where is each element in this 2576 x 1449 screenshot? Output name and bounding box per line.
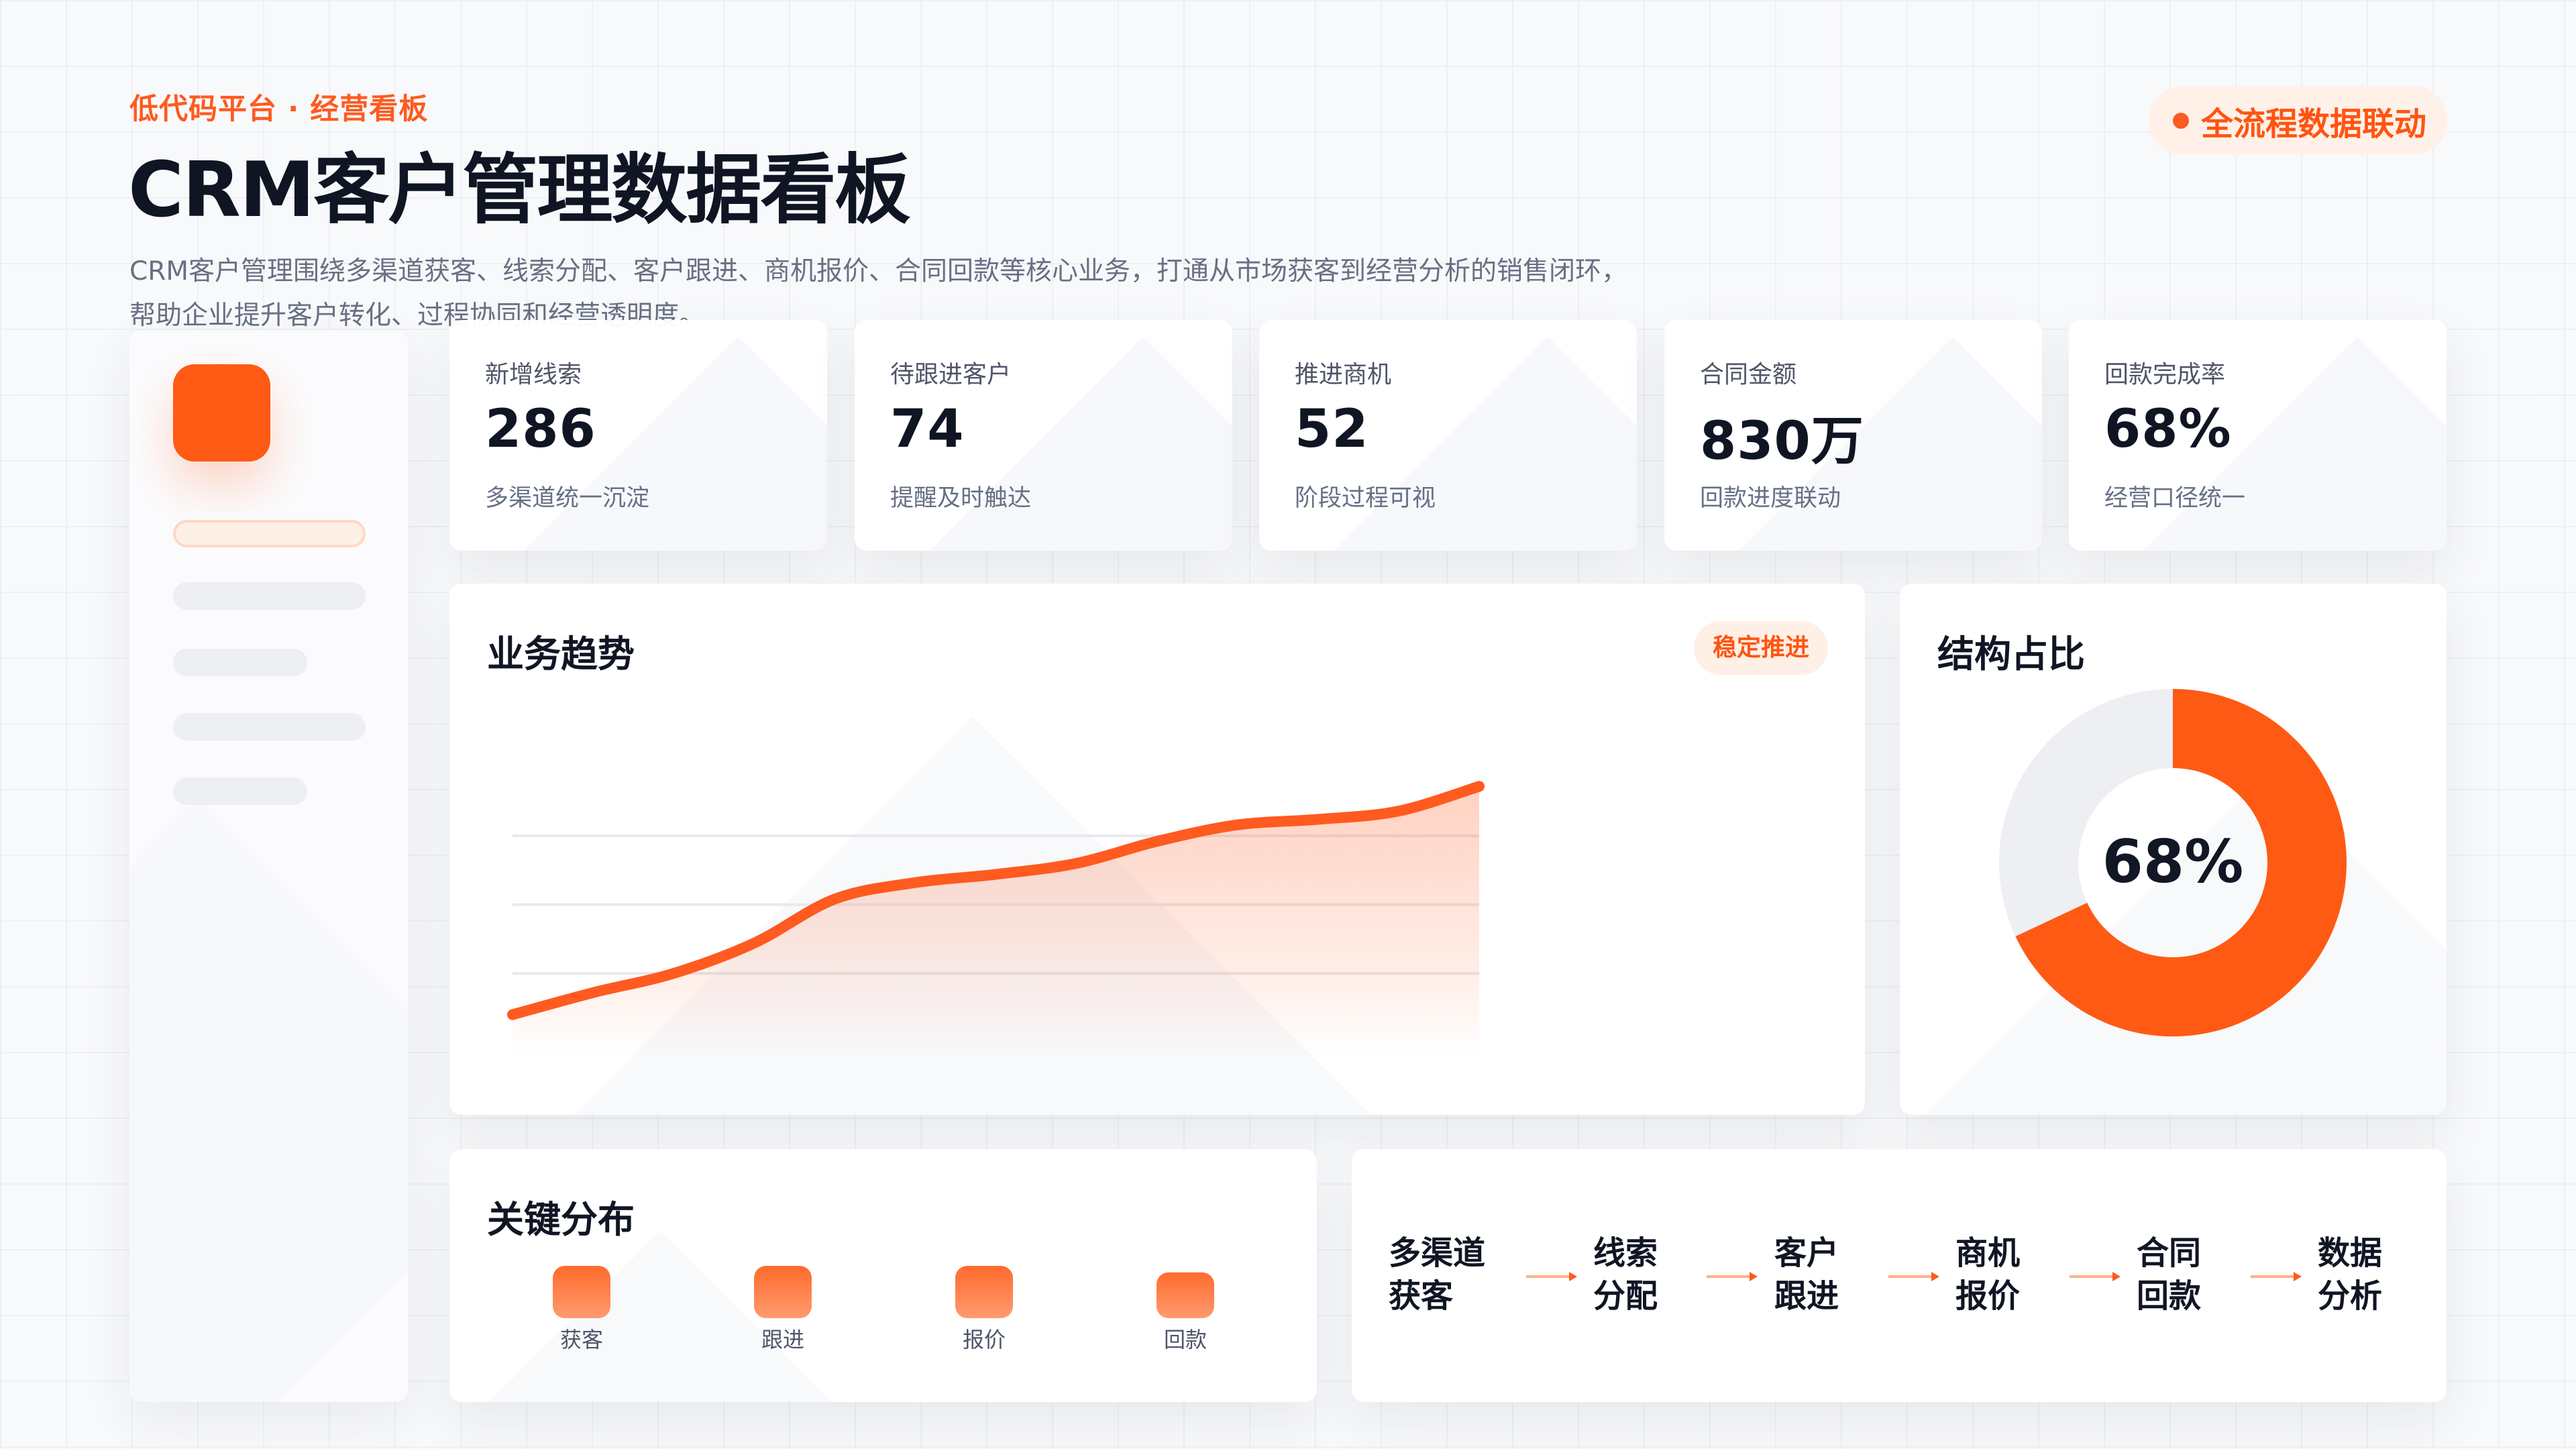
process-step-line: 分配 [1593,1277,1658,1315]
process-step-line: 报价 [1955,1277,2021,1315]
flow-status-badge: 全流程数据联动 [2149,86,2447,155]
kpi-value: 286 [485,399,596,460]
distribution-bar-2 [754,1266,812,1318]
kpi-label: 新增线索 [485,361,582,388]
status-dot-icon [2173,112,2189,129]
distribution-bar-4 [1157,1272,1214,1318]
kpi-subtext: 回款进度联动 [1700,485,1841,512]
kpi-subtext: 经营口径统一 [2104,485,2246,512]
sales-process-card: 多渠道 获客 线索 分配 客户 跟进 商机 报价 合同 回款 数据 分析 [1352,1149,2447,1402]
distribution-label-quotation: 报价 [962,1327,1006,1352]
kpi-subtext: 多渠道统一沉淀 [485,485,650,512]
sidebar-item-placeholder-2[interactable] [173,649,307,676]
business-trend-chart [507,781,1485,1057]
kpi-value: 74 [890,399,965,460]
kpi-card-pending-customers: 待跟进客户 74 提醒及时触达 [855,320,1232,551]
kpi-value: 52 [1295,399,1369,460]
kpi-value: 830万 [1700,411,1864,472]
structure-ratio-card: 结构占比 68% [1900,584,2447,1115]
process-step-line: 合同 [2137,1234,2202,1272]
arrow-right-icon [1707,1272,1758,1281]
kpi-label: 待跟进客户 [890,361,1012,388]
kpi-subtext: 阶段过程可视 [1295,485,1436,512]
process-step-opportunity-quotation: 商机 报价 [1955,1232,2020,1318]
kpi-card-opportunities: 推进商机 52 阶段过程可视 [1259,320,1637,551]
arrow-right-icon [1888,1272,1939,1281]
distribution-bar-1 [553,1266,610,1318]
kpi-label: 回款完成率 [2104,361,2226,388]
kpi-label: 合同金额 [1700,361,1797,388]
process-step-line: 多渠道 [1389,1234,1486,1272]
arrow-right-icon [2251,1272,2302,1281]
process-step-line: 回款 [2137,1277,2202,1315]
kpi-subtext: 提醒及时触达 [890,485,1032,512]
donut-center-value: 68% [2102,827,2244,896]
app-tile-icon[interactable] [173,364,270,462]
sidebar-item-placeholder-1[interactable] [173,582,366,610]
flow-status-label: 全流程数据联动 [2201,105,2427,143]
process-step-line: 获客 [1389,1277,1454,1315]
process-step-line: 跟进 [1774,1277,1839,1315]
process-step-line: 商机 [1955,1234,2021,1272]
distribution-label-acquisition: 获客 [559,1327,603,1352]
sidebar [129,330,408,1402]
eyebrow-label: 低代码平台 · 经营看板 [129,93,429,126]
process-step-acquisition: 多渠道 获客 [1389,1232,1485,1318]
distribution-label-follow-up: 跟进 [761,1327,804,1352]
sidebar-item-active[interactable] [173,520,366,547]
kpi-card-new-leads: 新增线索 286 多渠道统一沉淀 [449,320,827,551]
process-step-lead-assignment: 线索 分配 [1593,1232,1658,1318]
process-step-line: 分析 [2318,1277,2383,1315]
sidebar-item-placeholder-4[interactable] [173,777,307,805]
process-step-line: 数据 [2318,1234,2383,1272]
crm-dashboard-screen: 低代码平台 · 经营看板 CRM客户管理数据看板 CRM客户管理围绕多渠道获客、… [0,0,2576,1449]
process-step-line: 线索 [1593,1234,1658,1272]
process-step-customer-follow-up: 客户 跟进 [1774,1232,1839,1318]
distribution-label-payment: 回款 [1163,1327,1207,1352]
kpi-card-contract-amount: 合同金额 830万 回款进度联动 [1664,320,2042,551]
arrow-right-icon [1526,1272,1577,1281]
arrow-right-icon [2070,1272,2121,1281]
key-distribution-chart [553,1266,1214,1318]
kpi-card-payment-rate: 回款完成率 68% 经营口径统一 [2069,320,2447,551]
kpi-value: 68% [2104,399,2232,460]
sidebar-item-placeholder-3[interactable] [173,713,366,741]
process-step-contract-payment: 合同 回款 [2137,1232,2201,1318]
process-step-data-analysis: 数据 分析 [2318,1232,2382,1318]
trend-area-fill [513,786,1479,1057]
kpi-label: 推进商机 [1295,361,1392,388]
process-step-line: 客户 [1774,1234,1839,1272]
page-title: CRM客户管理数据看板 [128,146,910,234]
distribution-bar-3 [955,1266,1013,1318]
business-trend-card: 业务趋势 稳定推进 [449,584,1865,1115]
key-distribution-card: 关键分布 [449,1149,1317,1402]
